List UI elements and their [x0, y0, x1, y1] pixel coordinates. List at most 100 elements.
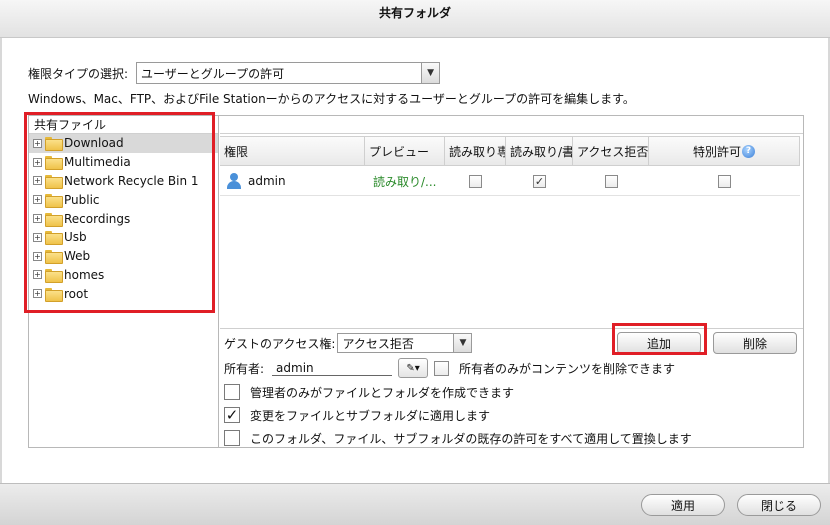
column-header-read-write[interactable]: 読み取り/書き込み: [506, 137, 573, 165]
column-header-special-label: 特別許可: [692, 144, 741, 159]
apply-to-subfolders-label: 変更をファイルとサブフォルダに適用します: [250, 408, 491, 423]
grid-header: 権限 プレビュー 読み取り専用 読み取り/書き込み アクセス拒否 特別許可 ?: [220, 136, 800, 166]
permission-type-row: 権限タイプの選択: ユーザーとグループの許可 ▼: [28, 62, 441, 84]
expand-icon[interactable]: +: [33, 214, 42, 224]
folder-icon: [45, 156, 63, 171]
guest-access-value: アクセス拒否: [342, 336, 414, 351]
owner-label: 所有者:: [224, 361, 265, 376]
column-header-read-only[interactable]: 読み取り専用: [445, 137, 506, 165]
folder-icon: [45, 174, 63, 189]
read-write-checkbox[interactable]: ✓: [533, 174, 546, 188]
owner-only-delete-label: 所有者のみがコンテンツを削除できます: [459, 361, 676, 376]
guest-access-select[interactable]: アクセス拒否 ▼: [337, 333, 473, 353]
permission-type-value: ユーザーとグループの許可: [141, 66, 285, 81]
owner-row: 所有者: admin ✎▾ 所有者のみがコンテンツを削除できます: [224, 357, 675, 379]
expand-icon[interactable]: +: [33, 176, 42, 186]
tree-item-label: Network Recycle Bin 1: [64, 173, 199, 188]
owner-field[interactable]: admin: [272, 361, 393, 376]
expand-icon[interactable]: +: [33, 138, 42, 148]
tree-item-label: Download: [64, 136, 124, 151]
window-title: 共有フォルダ: [378, 6, 451, 20]
tree-item-label: Multimedia: [64, 155, 131, 170]
expand-icon[interactable]: +: [33, 232, 42, 242]
tree-item-label: Recordings: [64, 211, 131, 226]
tree-item[interactable]: + root: [29, 284, 218, 303]
tree-item[interactable]: + Usb: [29, 228, 218, 247]
permission-description: Windows、Mac、FTP、およびFile Stationーからのアクセスに…: [28, 92, 635, 106]
column-header-preview[interactable]: プレビュー: [365, 137, 445, 165]
folder-icon: [45, 193, 63, 208]
read-only-checkbox[interactable]: [469, 174, 482, 188]
window-left-edge: [0, 38, 2, 483]
row-user-cell: admin: [220, 167, 365, 195]
row-deny-cell: [573, 167, 649, 195]
tree-item[interactable]: + Recordings: [29, 209, 218, 228]
user-icon: [226, 173, 242, 189]
row-preview-text: 読み取り/...: [373, 174, 437, 189]
folder-icon: [45, 268, 63, 283]
permission-editor-panel: 共有ファイル + Download + Multimedia + Network Recy…: [28, 115, 804, 448]
tree-item[interactable]: + Download: [29, 134, 218, 153]
column-header-permission[interactable]: 権限: [220, 137, 365, 165]
folder-icon: [45, 287, 63, 302]
tree-header: 共有ファイル: [29, 116, 218, 134]
chevron-down-icon[interactable]: ▼: [453, 334, 472, 352]
owner-only-delete-checkbox[interactable]: [434, 360, 450, 376]
tree-item[interactable]: + Network Recycle Bin 1: [29, 172, 218, 191]
apply-button[interactable]: 適用: [641, 494, 725, 516]
guest-access-row: ゲストのアクセス権: アクセス拒否 ▼: [224, 331, 473, 355]
expand-icon[interactable]: +: [33, 270, 42, 280]
expand-icon[interactable]: +: [33, 195, 42, 205]
row-read-write-cell: ✓: [506, 167, 573, 195]
folder-icon: [45, 231, 63, 246]
add-button[interactable]: 追加: [617, 332, 701, 354]
chevron-down-icon[interactable]: ▼: [421, 63, 440, 83]
option-row: 管理者のみがファイルとフォルダを作成できます: [224, 381, 514, 403]
special-permission-checkbox[interactable]: [718, 174, 731, 188]
tree-item-label: Usb: [64, 230, 87, 245]
folder-icon: [45, 137, 63, 152]
expand-icon[interactable]: +: [33, 157, 42, 167]
permission-grid-pane: 権限 プレビュー 読み取り専用 読み取り/書き込み アクセス拒否 特別許可 ? …: [220, 116, 803, 447]
expand-icon[interactable]: +: [33, 289, 42, 299]
admin-only-create-checkbox[interactable]: [224, 384, 240, 400]
expand-icon[interactable]: +: [33, 251, 42, 261]
replace-existing-permissions-label: このフォルダ、ファイル、サブフォルダの既存の許可をすべて適用して置換します: [250, 431, 692, 446]
help-icon[interactable]: ?: [742, 144, 755, 158]
tree-item[interactable]: + homes: [29, 266, 218, 285]
tree-item-label: Web: [64, 249, 91, 264]
close-button[interactable]: 閉じる: [737, 494, 821, 516]
edit-owner-button[interactable]: ✎▾: [398, 358, 429, 378]
tree-item-label: Public: [64, 192, 100, 207]
dialog-footer: 適用 閉じる: [0, 483, 830, 525]
permission-type-label: 権限タイプの選択:: [28, 66, 129, 81]
folder-icon: [45, 250, 63, 265]
tree-item[interactable]: + Multimedia: [29, 153, 218, 172]
column-header-special[interactable]: 特別許可 ?: [649, 137, 800, 165]
tree-item[interactable]: + Web: [29, 247, 218, 266]
column-header-deny[interactable]: アクセス拒否: [573, 137, 649, 165]
tree-item[interactable]: + Public: [29, 190, 218, 209]
replace-existing-permissions-checkbox[interactable]: [224, 430, 240, 446]
apply-to-subfolders-checkbox[interactable]: ✓: [224, 407, 240, 423]
deny-checkbox[interactable]: [604, 174, 618, 188]
row-read-only-cell: [445, 167, 506, 195]
tree-item-label: root: [64, 286, 89, 301]
tree-item-label: homes: [64, 267, 105, 282]
permission-type-select[interactable]: ユーザーとグループの許可 ▼: [136, 62, 441, 84]
window-title-bar: 共有フォルダ: [0, 0, 830, 38]
grid-toolbar-strip: [220, 116, 803, 134]
admin-only-create-label: 管理者のみがファイルとフォルダを作成できます: [250, 385, 515, 400]
lower-options-area: ゲストのアクセス権: アクセス拒否 ▼ 追加 削除 所有者: admin ✎▾ …: [220, 328, 803, 447]
table-row[interactable]: admin 読み取り/... ✓: [220, 167, 800, 196]
row-user-name: admin: [248, 174, 286, 188]
option-row: このフォルダ、ファイル、サブフォルダの既存の許可をすべて適用して置換します: [224, 427, 692, 449]
guest-access-label: ゲストのアクセス権:: [224, 336, 336, 351]
option-row: ✓ 変更をファイルとサブフォルダに適用します: [224, 404, 490, 426]
row-preview-cell: 読み取り/...: [365, 167, 445, 195]
tree-list: + Download + Multimedia + Network Recycle Bin…: [29, 134, 218, 303]
folder-icon: [45, 212, 63, 227]
shared-folder-tree: 共有ファイル + Download + Multimedia + Network Recy…: [29, 116, 219, 447]
delete-button[interactable]: 削除: [713, 332, 797, 354]
row-special-cell: [649, 167, 800, 195]
